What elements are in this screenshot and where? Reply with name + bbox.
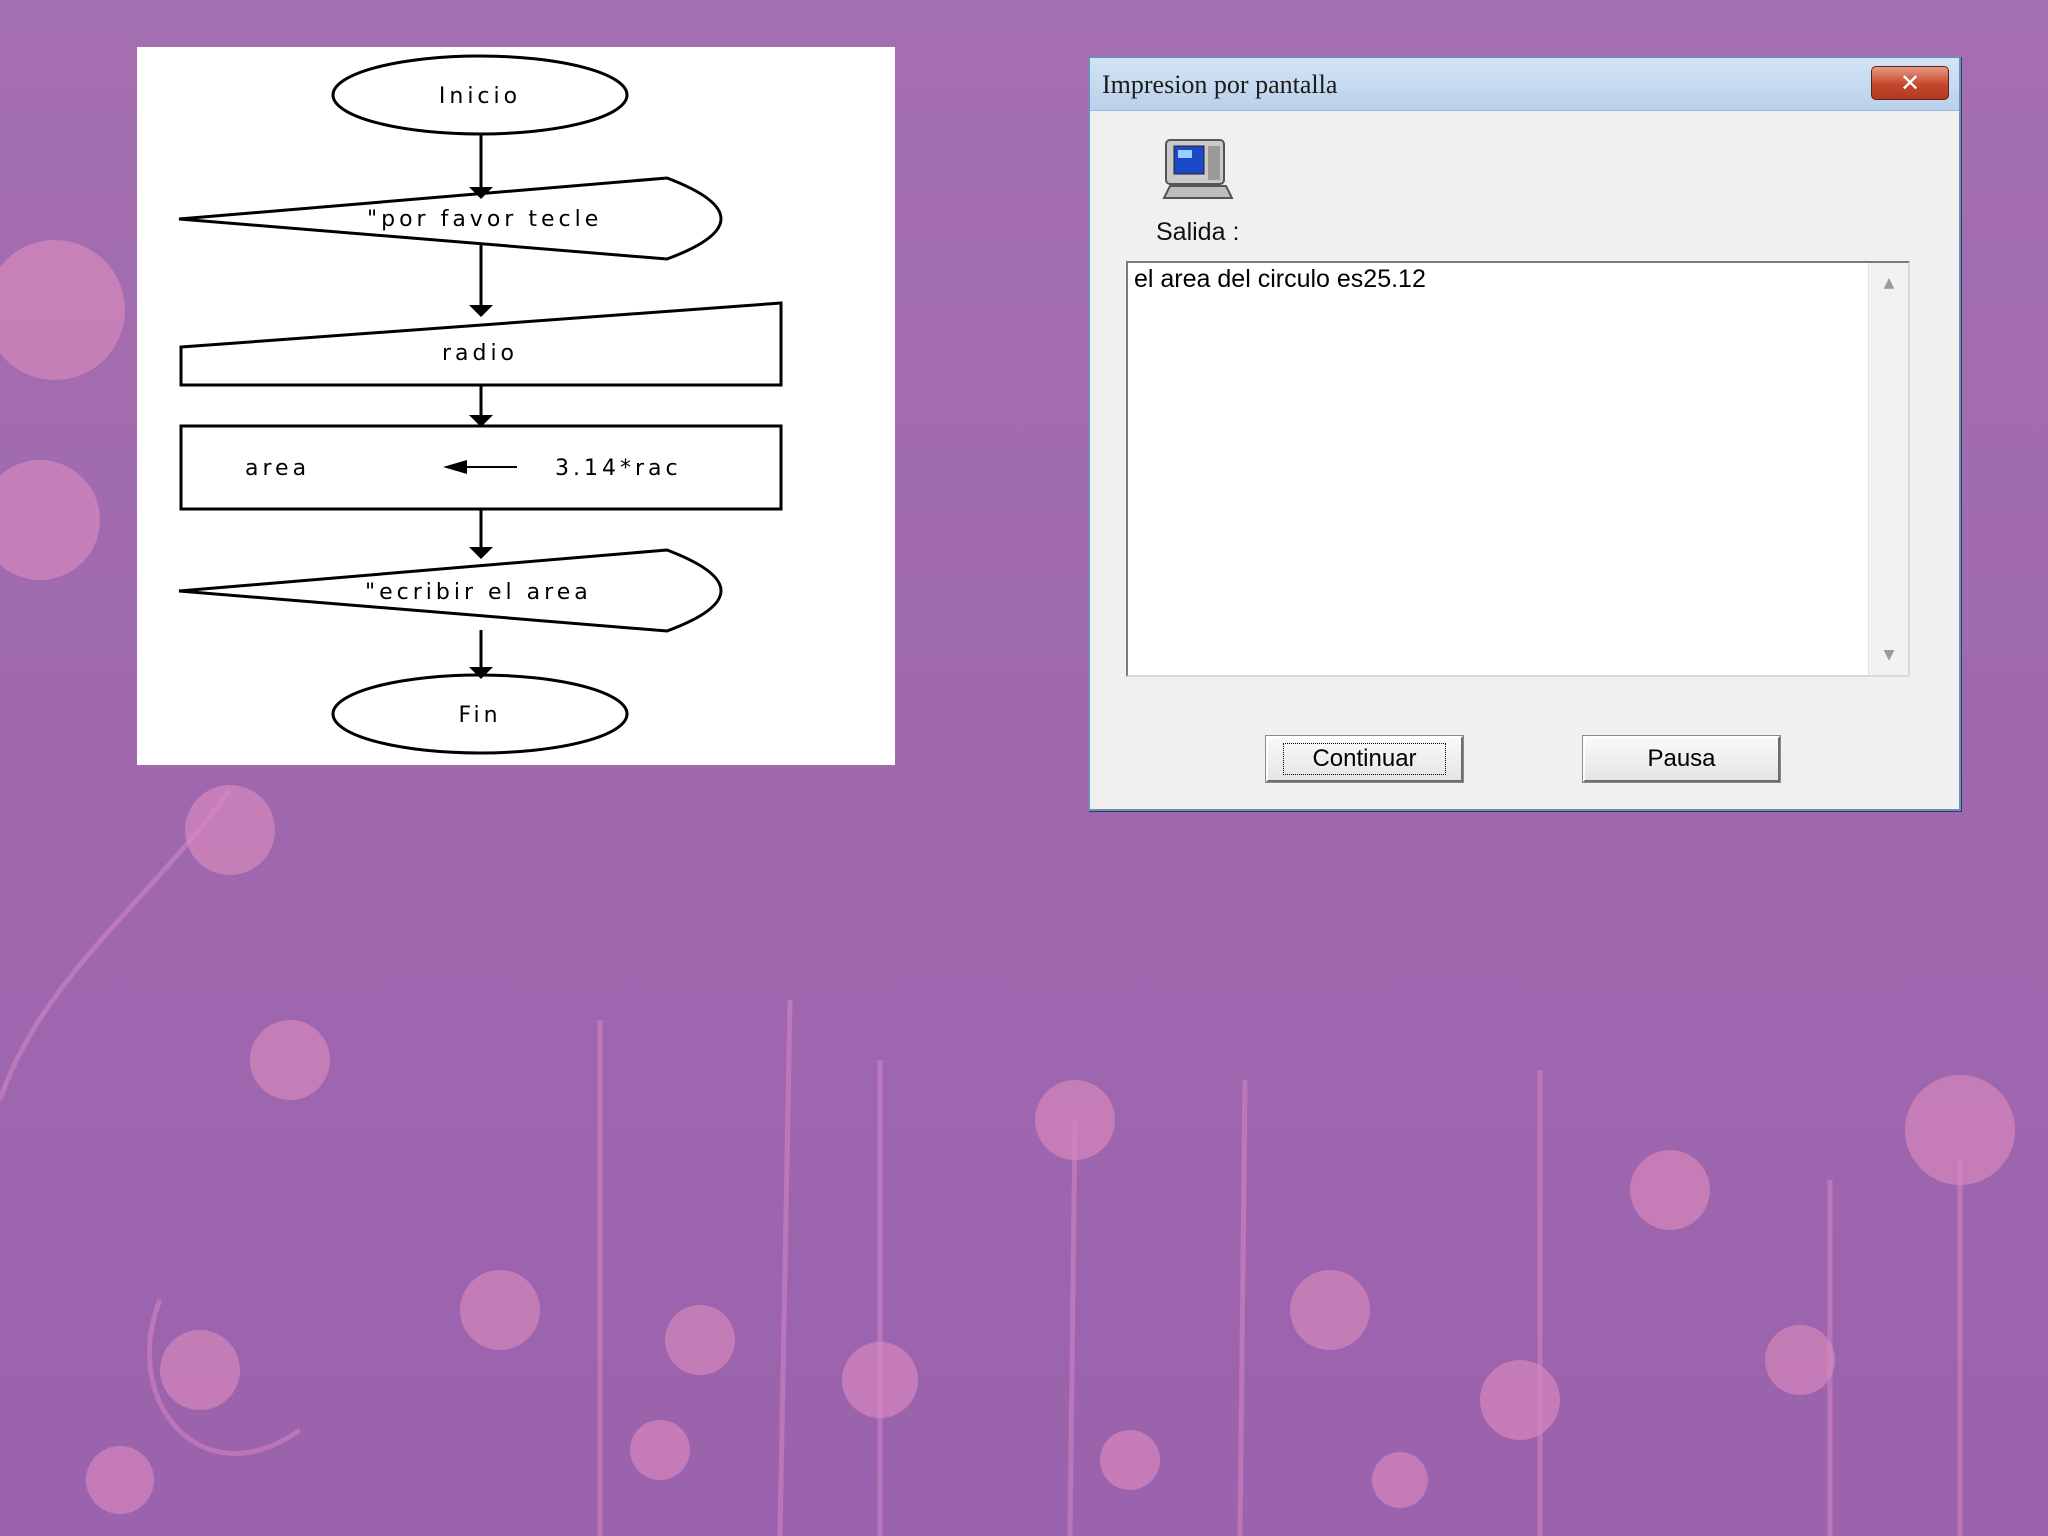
continue-button-label: Continuar	[1283, 743, 1446, 775]
process-expression-label: 3.14*rac	[555, 456, 682, 481]
vertical-scrollbar[interactable]: ▲ ▼	[1868, 263, 1908, 675]
close-icon: ✕	[1899, 69, 1921, 97]
input-label: radio	[442, 341, 518, 366]
continue-button[interactable]: Continuar	[1265, 735, 1464, 783]
prompt-label: "por favor tecle	[367, 207, 602, 232]
output-textarea[interactable]: el area del circulo es25.12 ▲ ▼	[1126, 261, 1910, 677]
dialog-title: Impresion por pantalla	[1102, 70, 1338, 99]
flowchart-image: Inicio "por favor tecle radio area 3.14*…	[137, 47, 895, 765]
process-target-label: area	[245, 456, 310, 481]
end-label: Fin	[458, 703, 501, 728]
flowchart: Inicio "por favor tecle radio area 3.14*…	[178, 54, 783, 755]
close-button[interactable]: ✕	[1871, 66, 1949, 100]
output-field-label: Salida :	[1156, 218, 1240, 246]
scroll-up-icon[interactable]: ▲	[1869, 267, 1909, 299]
output-text: el area del circulo es25.12	[1134, 265, 1426, 293]
pause-button[interactable]: Pausa	[1582, 735, 1781, 783]
computer-icon	[1162, 139, 1234, 199]
scroll-down-icon[interactable]: ▼	[1869, 639, 1909, 671]
pause-button-label: Pausa	[1647, 745, 1716, 772]
output-label: "ecribir el area	[365, 580, 592, 605]
title-bar[interactable]: Impresion por pantalla ✕	[1090, 58, 1959, 111]
output-dialog: Impresion por pantalla ✕ Salida : el are…	[1088, 56, 1961, 811]
start-label: Inicio	[439, 84, 521, 109]
